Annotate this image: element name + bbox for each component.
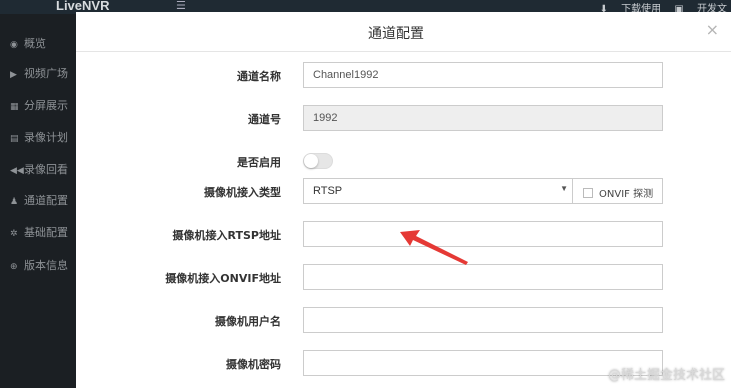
onvif-url-label: 摄像机接入ONVIF地址 bbox=[165, 272, 281, 285]
access-type-select[interactable]: RTSP ▼ bbox=[303, 178, 573, 204]
calendar-icon: ▤ bbox=[10, 134, 19, 144]
onvif-url-input[interactable] bbox=[303, 264, 663, 290]
sidebar-item-split-screen[interactable]: ▦ 分屏展示 bbox=[0, 91, 76, 121]
channel-number-input: 1992 bbox=[303, 105, 663, 131]
onvif-url-row: 摄像机接入ONVIF地址 bbox=[76, 264, 731, 290]
channel-name-row: 通道名称 Channel1992 bbox=[76, 62, 731, 88]
channel-number-label: 通道号 bbox=[248, 113, 281, 126]
sidebar-item-playback[interactable]: ◀◀录像回看 bbox=[0, 155, 76, 185]
sidebar-item-label: 录像计划 bbox=[24, 131, 68, 144]
dashboard-icon: ◉ bbox=[10, 40, 18, 50]
watermark: @稀土掘金技术社区 bbox=[607, 368, 725, 383]
channel-name-input[interactable]: Channel1992 bbox=[303, 62, 663, 88]
sidebar-item-record-plan[interactable]: ▤ 录像计划 bbox=[0, 123, 76, 153]
grid-icon: ▦ bbox=[10, 102, 19, 112]
sidebar-item-label: 分屏展示 bbox=[24, 99, 68, 112]
password-label: 摄像机密码 bbox=[226, 358, 281, 371]
username-label: 摄像机用户名 bbox=[215, 315, 281, 328]
modal-title: 通道配置 bbox=[368, 26, 424, 42]
red-arrow-annotation bbox=[400, 230, 468, 265]
channel-name-label: 通道名称 bbox=[237, 70, 281, 83]
sidebar-item-label: 通道配置 bbox=[24, 194, 68, 207]
sidebar-item-label: 视频广场 bbox=[24, 67, 68, 80]
caret-down-icon: ▼ bbox=[560, 184, 568, 193]
rtsp-url-label: 摄像机接入RTSP地址 bbox=[172, 229, 281, 242]
channel-config-modal: 通道配置 × 通道名称 Channel1992 通道号 1992 是否启用 摄像… bbox=[76, 12, 731, 388]
play-icon: ▶ bbox=[10, 70, 17, 80]
onvif-probe-label: ONVIF 探测 bbox=[599, 189, 654, 200]
toggle-knob bbox=[304, 154, 318, 168]
rtsp-url-input[interactable] bbox=[303, 221, 663, 247]
info-icon: ⊕ bbox=[10, 262, 18, 272]
sidebar-item-video-square[interactable]: ▶ 视频广场 bbox=[0, 59, 76, 89]
sidebar-item-label: 概览 bbox=[24, 37, 46, 50]
modal-header: 通道配置 × bbox=[76, 12, 731, 52]
sidebar-item-version[interactable]: ⊕ 版本信息 bbox=[0, 251, 76, 281]
close-icon[interactable]: × bbox=[706, 20, 719, 39]
access-type-row: 摄像机接入类型 RTSP ▼ ONVIF 探测 bbox=[76, 178, 731, 204]
enabled-label: 是否启用 bbox=[237, 156, 281, 169]
username-input[interactable] bbox=[303, 307, 663, 333]
arrow-shape bbox=[400, 230, 468, 265]
sidebar-item-channel-config[interactable]: ♟ 通道配置 bbox=[0, 186, 76, 216]
sidebar-item-label: 版本信息 bbox=[24, 259, 68, 272]
channel-icon: ♟ bbox=[10, 197, 19, 207]
enabled-row: 是否启用 bbox=[76, 148, 731, 174]
onvif-probe-addon[interactable]: ONVIF 探测 bbox=[572, 178, 663, 204]
enabled-toggle[interactable] bbox=[303, 153, 333, 169]
sidebar-item-label: 录像回看 bbox=[24, 163, 68, 176]
sidebar-item-label: 基础配置 bbox=[24, 226, 68, 239]
gear-icon: ✲ bbox=[10, 229, 18, 239]
onvif-probe-checkbox[interactable] bbox=[583, 188, 593, 198]
username-row: 摄像机用户名 bbox=[76, 307, 731, 333]
access-type-label: 摄像机接入类型 bbox=[204, 186, 281, 199]
sidebar-item-basic-config[interactable]: ✲ 基础配置 bbox=[0, 218, 76, 248]
sidebar: ◉ 概览 ▶ 视频广场 ▦ 分屏展示 ▤ 录像计划 ◀◀录像回看 ♟ 通道配置 ✲ 基础配置… bbox=[0, 14, 76, 388]
sidebar-item-overview[interactable]: ◉ 概览 bbox=[0, 29, 76, 59]
hamburger-icon[interactable]: ☰ bbox=[176, 0, 186, 12]
access-type-value: RTSP bbox=[313, 185, 343, 197]
channel-number-row: 通道号 1992 bbox=[76, 105, 731, 131]
rewind-icon: ◀◀ bbox=[10, 166, 24, 176]
